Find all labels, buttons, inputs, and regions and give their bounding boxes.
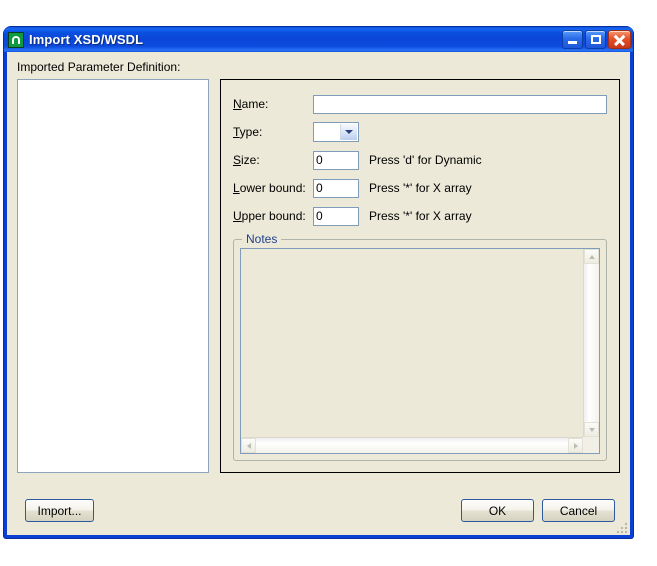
parameter-detail-panel: Name: Type: Size: Press 'd' for Dynamic … bbox=[220, 79, 620, 473]
imported-parameter-tree[interactable] bbox=[17, 79, 209, 473]
panels-row: Name: Type: Size: Press 'd' for Dynamic … bbox=[17, 79, 620, 473]
upper-bound-hint: Press '*' for X array bbox=[369, 209, 472, 223]
minimize-button[interactable] bbox=[562, 30, 583, 49]
title-bar[interactable]: Import XSD/WSDL bbox=[4, 27, 633, 52]
size-hint: Press 'd' for Dynamic bbox=[369, 153, 482, 167]
upper-bound-row: Upper bound: Press '*' for X array bbox=[233, 202, 607, 230]
import-xsd-wsdl-dialog: Import XSD/WSDL Imported Parameter Defin… bbox=[4, 27, 633, 538]
lower-bound-row: Lower bound: Press '*' for X array bbox=[233, 174, 607, 202]
resize-grip[interactable] bbox=[615, 521, 627, 533]
ok-button[interactable]: OK bbox=[461, 499, 534, 522]
name-input[interactable] bbox=[313, 94, 607, 114]
size-label: Size: bbox=[233, 153, 260, 167]
name-label: Name: bbox=[233, 97, 269, 111]
notes-box bbox=[240, 248, 600, 454]
size-row: Size: Press 'd' for Dynamic bbox=[233, 146, 607, 174]
window-title: Import XSD/WSDL bbox=[29, 32, 144, 47]
notes-legend: Notes bbox=[242, 232, 282, 246]
scroll-right-icon[interactable] bbox=[568, 438, 583, 453]
name-row: Name: bbox=[233, 90, 607, 118]
scroll-left-icon[interactable] bbox=[241, 438, 256, 453]
button-bar: Import... OK Cancel bbox=[17, 499, 620, 522]
scroll-up-icon[interactable] bbox=[584, 249, 599, 264]
notes-horizontal-scrollbar[interactable] bbox=[241, 437, 583, 453]
notes-group-box: Notes bbox=[233, 232, 607, 461]
cancel-button[interactable]: Cancel bbox=[542, 499, 615, 522]
chevron-down-icon[interactable] bbox=[340, 124, 357, 140]
notes-vertical-scrollbar[interactable] bbox=[583, 249, 599, 437]
lower-bound-label: Lower bound: bbox=[233, 181, 306, 195]
upper-bound-input[interactable] bbox=[313, 206, 359, 226]
import-button[interactable]: Import... bbox=[25, 499, 94, 522]
maximize-button[interactable] bbox=[585, 30, 606, 49]
size-input[interactable] bbox=[313, 150, 359, 170]
imported-parameter-definition-label: Imported Parameter Definition: bbox=[17, 60, 181, 74]
lower-bound-hint: Press '*' for X array bbox=[369, 181, 472, 195]
type-combobox[interactable] bbox=[313, 122, 359, 142]
type-label: Type: bbox=[233, 125, 263, 139]
scroll-down-icon[interactable] bbox=[584, 422, 599, 437]
upper-bound-label: Upper bound: bbox=[233, 209, 306, 223]
lower-bound-input[interactable] bbox=[313, 178, 359, 198]
type-row: Type: bbox=[233, 118, 607, 146]
dialog-client-area: Imported Parameter Definition: Name: Typ… bbox=[7, 52, 630, 535]
close-button[interactable] bbox=[608, 30, 631, 49]
scrollbar-corner bbox=[583, 437, 599, 453]
notes-textarea[interactable] bbox=[241, 249, 582, 436]
app-icon bbox=[8, 31, 24, 48]
